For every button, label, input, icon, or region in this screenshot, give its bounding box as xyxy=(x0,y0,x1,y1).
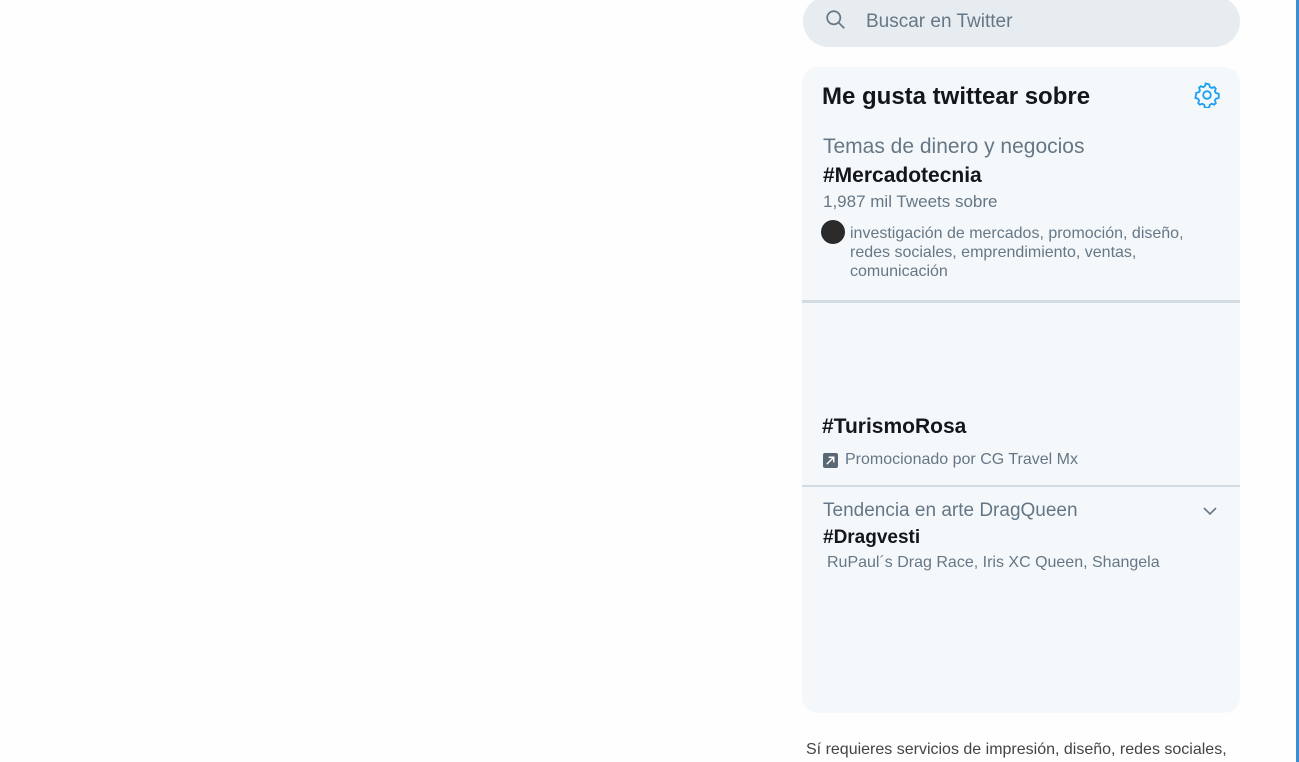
search-input[interactable]: Buscar en Twitter xyxy=(866,11,1012,33)
trend-related-terms: RuPaul´s Drag Race, Iris XC Queen, Shang… xyxy=(827,554,1160,571)
trend-hashtag[interactable]: #Mercadotecnia xyxy=(823,164,982,188)
chevron-down-icon[interactable] xyxy=(1200,501,1220,521)
trend-hashtag[interactable]: #Dragvesti xyxy=(823,527,920,549)
promoted-text: Promocionado por CG Travel Mx xyxy=(845,451,1078,468)
divider xyxy=(802,485,1240,487)
twitter-sidebar-page: Buscar en Twitter Me gusta twittear sobr… xyxy=(0,0,1299,762)
search-bar[interactable]: Buscar en Twitter xyxy=(803,0,1240,47)
panel-title: Me gusta twittear sobre xyxy=(822,83,1091,110)
avatar xyxy=(821,220,845,244)
promoted-icon xyxy=(823,452,838,468)
trends-panel: Me gusta twittear sobre Temas de dinero … xyxy=(802,67,1240,713)
gear-icon[interactable] xyxy=(1194,82,1220,109)
trend-description: investigación de mercados, promoción, di… xyxy=(850,225,1184,280)
trend-category: Tendencia en arte DragQueen xyxy=(823,500,1078,521)
divider xyxy=(802,300,1240,303)
trend-hashtag[interactable]: #TurismoRosa xyxy=(822,415,966,439)
trend-tweet-count: 1,987 mil Tweets sobre xyxy=(823,192,998,211)
trend-category: Temas de dinero y negocios xyxy=(823,135,1085,158)
promoted-label: Promocionado por CG Travel Mx xyxy=(823,451,1078,469)
footer-text: Sí requieres servicios de impresión, dis… xyxy=(806,741,1227,758)
search-icon xyxy=(825,9,846,35)
